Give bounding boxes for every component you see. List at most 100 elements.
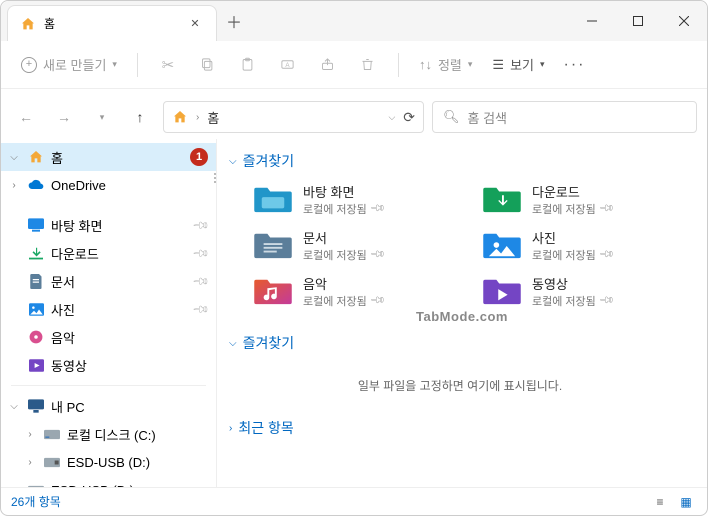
expand-icon[interactable]: ⌵	[7, 152, 21, 163]
sidebar-item-documents[interactable]: 문서 📌︎	[1, 267, 216, 295]
plus-circle-icon: +	[21, 57, 37, 73]
home-icon	[172, 109, 188, 125]
minimize-button[interactable]	[569, 1, 615, 41]
folder-desktop-icon	[253, 181, 293, 217]
section-header-favorites[interactable]: ⌵ 즐겨찾기	[229, 145, 691, 181]
close-window-button[interactable]	[661, 1, 707, 41]
item-desktop[interactable]: 바탕 화면 로컬에 저장됨📌︎	[253, 181, 462, 217]
sidebar-item-thispc[interactable]: ⌵ 내 PC	[1, 392, 216, 420]
usb-drive-icon	[27, 485, 45, 488]
pin-icon: 📌︎	[598, 292, 615, 309]
item-downloads[interactable]: 다운로드 로컬에 저장됨📌︎	[482, 181, 691, 217]
item-name: 동영상	[532, 274, 612, 293]
pin-icon: 📌︎	[369, 292, 386, 309]
forward-button[interactable]: →	[49, 102, 79, 132]
new-button[interactable]: + 새로 만들기 ▾	[13, 49, 125, 80]
delete-icon[interactable]	[350, 49, 386, 81]
document-icon	[27, 274, 45, 289]
folder-documents-icon	[253, 227, 293, 263]
search-input[interactable]: 🔍︎ 홈 검색	[432, 101, 697, 133]
pin-icon: 📌︎	[191, 299, 210, 318]
maximize-button[interactable]	[615, 1, 661, 41]
details-view-button[interactable]: ≡	[649, 492, 671, 512]
chevron-down-icon: ▾	[540, 59, 545, 70]
item-pictures[interactable]: 사진 로컬에 저장됨📌︎	[482, 227, 691, 263]
paste-icon[interactable]	[230, 49, 266, 81]
expand-icon[interactable]: ›	[7, 180, 21, 191]
navigation-sidebar: ⌵ 홈 1 › OneDrive 바탕 화면 📌︎ 다운로드 📌︎ 문서	[1, 139, 217, 487]
chevron-down-icon: ⌵	[229, 156, 237, 167]
sidebar-item-drive-d[interactable]: › ESD-USB (D:)	[1, 448, 216, 476]
expand-icon[interactable]: ›	[23, 457, 37, 468]
sidebar-item-videos[interactable]: 동영상	[1, 351, 216, 379]
folder-music-icon	[253, 273, 293, 309]
sort-button[interactable]: ↑↓ 정렬 ▾	[411, 49, 480, 80]
search-icon: 🔍︎	[443, 109, 460, 125]
item-videos[interactable]: 동영상 로컬에 저장됨📌︎	[482, 273, 691, 309]
sidebar-item-label: 로컬 디스크 (C:)	[67, 425, 208, 444]
pin-icon: 📌︎	[598, 200, 615, 217]
section-header-recent[interactable]: › 최근 항목	[229, 412, 691, 448]
item-music[interactable]: 음악 로컬에 저장됨📌︎	[253, 273, 462, 309]
status-bar: 26개 항목 ≡ ▦	[1, 487, 707, 515]
pin-icon: 📌︎	[369, 246, 386, 263]
breadcrumb[interactable]: 홈	[207, 108, 219, 127]
sidebar-item-label: 사진	[51, 300, 188, 319]
picture-icon	[27, 303, 45, 316]
sidebar-item-onedrive[interactable]: › OneDrive	[1, 171, 216, 199]
usb-drive-icon	[43, 457, 61, 468]
back-button[interactable]: ←	[11, 102, 41, 132]
recent-dropdown[interactable]: ▾	[87, 102, 117, 132]
pin-icon: 📌︎	[369, 200, 386, 217]
sort-icon: ↑↓	[419, 57, 432, 72]
chevron-right-icon: ›	[229, 423, 232, 434]
content-pane: TabMode.com ⌵ 즐겨찾기 바탕 화면 로컬에 저장됨📌︎ 다운로드 …	[217, 139, 707, 487]
address-bar[interactable]: › 홈 ⌵ ⟳	[163, 101, 424, 133]
more-button[interactable]: ···	[557, 56, 593, 74]
section-header-favorites2[interactable]: ⌵ 즐겨찾기	[229, 327, 691, 363]
item-location: 로컬에 저장됨	[303, 293, 367, 309]
tiles-view-button[interactable]: ▦	[675, 492, 697, 512]
expand-icon[interactable]: ›	[23, 429, 37, 440]
cut-icon[interactable]: ✂	[150, 49, 186, 81]
sidebar-item-music[interactable]: 음악	[1, 323, 216, 351]
sidebar-item-drive-d-ext[interactable]: › ESD-USB (D:)	[1, 476, 216, 487]
view-button[interactable]: ☰ 보기 ▾	[484, 49, 552, 80]
sidebar-item-home[interactable]: ⌵ 홈 1	[1, 143, 216, 171]
copy-icon[interactable]	[190, 49, 226, 81]
chevron-down-icon: ▾	[468, 59, 473, 70]
sidebar-item-label: 바탕 화면	[51, 216, 188, 235]
pin-icon: 📌︎	[191, 215, 210, 234]
item-documents[interactable]: 문서 로컬에 저장됨📌︎	[253, 227, 462, 263]
sidebar-item-pictures[interactable]: 사진 📌︎	[1, 295, 216, 323]
sidebar-item-desktop[interactable]: 바탕 화면 📌︎	[1, 211, 216, 239]
view-icon: ☰	[492, 57, 504, 73]
sidebar-item-downloads[interactable]: 다운로드 📌︎	[1, 239, 216, 267]
folder-pictures-icon	[482, 227, 522, 263]
item-location: 로컬에 저장됨	[303, 201, 367, 217]
command-toolbar: + 새로 만들기 ▾ ✂ A ↑↓ 정렬 ▾ ☰ 보기 ▾ ···	[1, 41, 707, 89]
empty-message: 일부 파일을 고정하면 여기에 표시됩니다.	[229, 363, 691, 412]
new-tab-button[interactable]: ＋	[217, 1, 251, 41]
tab-home[interactable]: 홈 ✕	[7, 5, 217, 41]
expand-icon[interactable]: ›	[7, 485, 21, 488]
search-placeholder: 홈 검색	[468, 108, 508, 127]
sidebar-item-drive-c[interactable]: › 로컬 디스크 (C:)	[1, 420, 216, 448]
collapse-icon[interactable]: ⌵	[7, 401, 21, 412]
chevron-down-icon[interactable]: ⌵	[388, 112, 395, 123]
share-icon[interactable]	[310, 49, 346, 81]
up-button[interactable]: ↑	[125, 102, 155, 132]
folder-downloads-icon	[482, 181, 522, 217]
item-name: 바탕 화면	[303, 182, 383, 201]
rename-icon[interactable]: A	[270, 49, 306, 81]
watermark: TabMode.com	[416, 309, 508, 324]
section-title: 최근 항목	[238, 418, 293, 438]
sort-label: 정렬	[438, 55, 462, 74]
new-button-label: 새로 만들기	[43, 55, 106, 74]
annotation-badge: 1	[190, 148, 208, 166]
refresh-icon[interactable]: ⟳	[403, 109, 415, 126]
pin-icon: 📌︎	[598, 246, 615, 263]
close-icon[interactable]: ✕	[186, 15, 204, 33]
pin-icon: 📌︎	[191, 271, 210, 290]
monitor-icon	[27, 399, 45, 413]
